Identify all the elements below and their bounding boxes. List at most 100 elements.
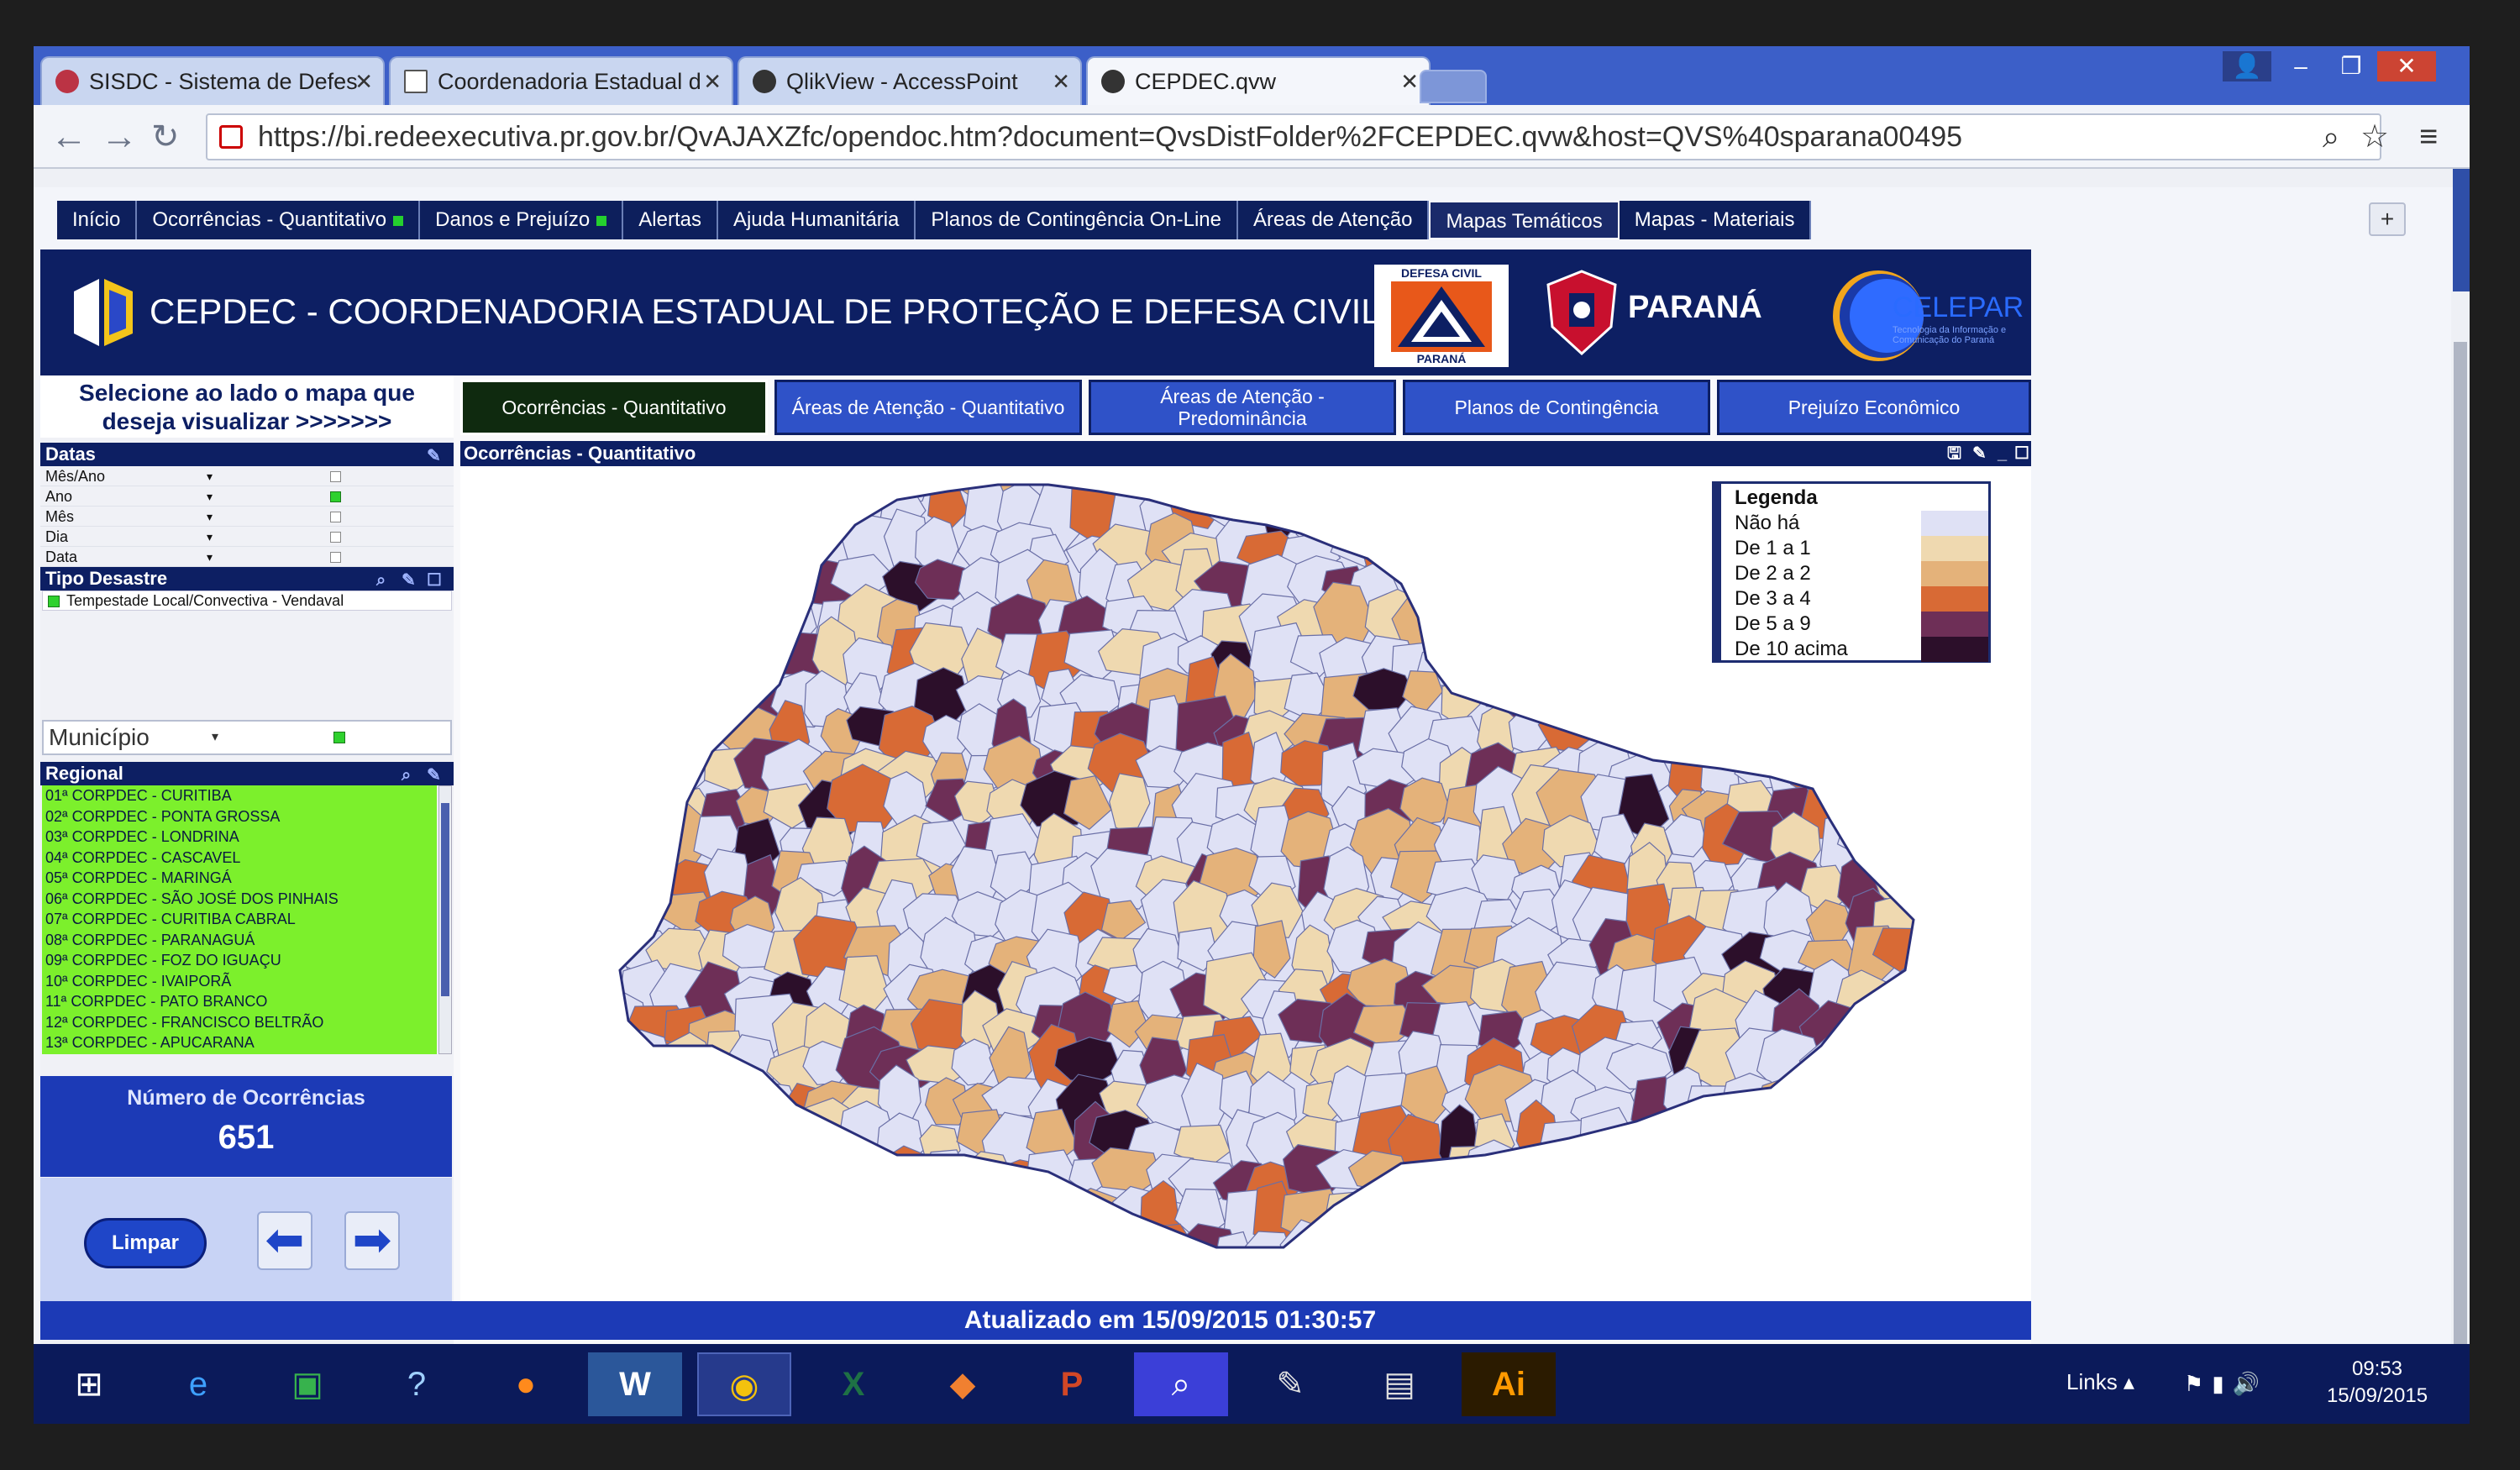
municipality-shape[interactable] xyxy=(1509,1222,1565,1293)
volume-icon[interactable]: 🔊 xyxy=(2233,1371,2268,1396)
municipality-shape[interactable] xyxy=(1830,1045,1897,1095)
municipality-shape[interactable] xyxy=(1656,672,1707,724)
municipality-shape[interactable] xyxy=(1656,555,1709,615)
municipality-shape[interactable] xyxy=(880,1216,931,1289)
municipality-shape[interactable] xyxy=(727,1079,800,1140)
scroll-thumb[interactable] xyxy=(441,803,449,996)
map-btn-ocorrencias[interactable]: Ocorrências - Quantitativo xyxy=(460,380,768,435)
municipality-shape[interactable] xyxy=(584,654,647,724)
municipality-shape[interactable] xyxy=(1505,525,1551,580)
tipo-desastre-item[interactable]: Tempestade Local/Convectiva - Vendaval xyxy=(42,591,452,611)
municipality-shape[interactable] xyxy=(656,1073,701,1126)
municipality-shape[interactable] xyxy=(1394,1185,1452,1236)
municipality-shape[interactable] xyxy=(1641,494,1714,536)
municipality-shape[interactable] xyxy=(1830,1157,1901,1204)
back-arrow-icon[interactable]: ⬅ xyxy=(257,1211,312,1270)
close-tab-icon[interactable]: ✕ xyxy=(703,69,722,95)
municipality-shape[interactable] xyxy=(1877,1152,1921,1210)
flag-icon[interactable]: ⚑ xyxy=(2184,1371,2212,1396)
municipality-shape[interactable] xyxy=(1629,553,1674,615)
municipio-selector[interactable]: Município ▾ xyxy=(42,720,452,755)
municipality-shape[interactable] xyxy=(744,1222,785,1284)
municipality-shape[interactable] xyxy=(977,1180,1047,1247)
municipality-shape[interactable] xyxy=(583,841,638,911)
municipality-shape[interactable] xyxy=(700,547,747,607)
word-icon[interactable]: W xyxy=(588,1352,682,1416)
url-input[interactable]: https://bi.redeexecutiva.pr.gov.br/QvAJA… xyxy=(206,113,2381,160)
checkbox[interactable] xyxy=(330,512,341,522)
clear-selection-icon[interactable]: ✎ xyxy=(427,764,441,787)
municipality-shape[interactable] xyxy=(1512,1190,1567,1236)
tab-mapas-materiais[interactable]: Mapas - Materiais xyxy=(1619,201,1812,239)
municipality-shape[interactable] xyxy=(627,1121,681,1169)
municipality-shape[interactable] xyxy=(1142,466,1205,501)
close-tab-icon[interactable]: ✕ xyxy=(1052,69,1070,95)
municipality-shape[interactable] xyxy=(1689,1231,1745,1273)
municipality-shape[interactable] xyxy=(593,781,648,851)
municipality-shape[interactable] xyxy=(670,484,707,527)
municipality-shape[interactable] xyxy=(1798,1084,1874,1131)
municipality-shape[interactable] xyxy=(627,815,683,869)
municipality-shape[interactable] xyxy=(1868,1093,1928,1132)
municipality-shape[interactable] xyxy=(620,664,689,732)
municipality-shape[interactable] xyxy=(689,645,756,686)
maximize-icon[interactable]: ☐ xyxy=(2014,441,2029,466)
municipality-shape[interactable] xyxy=(620,561,693,607)
municipality-shape[interactable] xyxy=(1801,673,1864,727)
municipality-shape[interactable] xyxy=(1644,1122,1719,1171)
list-item[interactable]: 06ª CORPDEC - SÃO JOSÉ DOS PINHAIS xyxy=(42,889,437,910)
municipality-shape[interactable] xyxy=(631,714,678,759)
excel-icon[interactable]: X xyxy=(806,1352,900,1416)
illustrator-icon[interactable]: Ai xyxy=(1462,1352,1556,1416)
municipality-shape[interactable] xyxy=(1725,1162,1787,1210)
add-sheet-button[interactable]: + xyxy=(2369,202,2406,236)
municipality-shape[interactable] xyxy=(583,596,638,641)
municipality-shape[interactable] xyxy=(656,674,722,725)
ie-icon[interactable]: e xyxy=(151,1352,245,1416)
municipality-shape[interactable] xyxy=(1353,481,1424,529)
municipality-shape[interactable] xyxy=(1883,744,1926,801)
tab-danos[interactable]: Danos e Prejuízo xyxy=(420,201,624,239)
municipality-shape[interactable] xyxy=(1652,618,1716,685)
municipality-shape[interactable] xyxy=(1096,1229,1163,1269)
firefox-icon[interactable]: ● xyxy=(479,1352,573,1416)
new-tab-button[interactable] xyxy=(1420,70,1487,103)
municipality-shape[interactable] xyxy=(1761,1189,1832,1242)
municipality-shape[interactable] xyxy=(1320,475,1370,536)
list-item[interactable]: 07ª CORPDEC - CURITIBA CABRAL xyxy=(42,909,437,930)
municipality-shape[interactable] xyxy=(1541,604,1618,647)
municipality-shape[interactable] xyxy=(1344,1225,1420,1282)
municipality-shape[interactable] xyxy=(1436,1190,1502,1229)
municipality-shape[interactable] xyxy=(591,1222,635,1273)
municipality-shape[interactable] xyxy=(653,1152,711,1200)
list-item[interactable]: 03ª CORPDEC - LONDRINA xyxy=(42,827,437,848)
municipality-shape[interactable] xyxy=(920,1149,972,1217)
municipality-shape[interactable] xyxy=(919,1184,979,1234)
municipality-shape[interactable] xyxy=(1767,716,1826,764)
municipality-shape[interactable] xyxy=(1842,746,1903,811)
municipality-shape[interactable] xyxy=(1547,466,1598,501)
reload-icon[interactable]: ↻ xyxy=(151,117,180,157)
municipality-shape[interactable] xyxy=(659,1178,722,1238)
municipality-shape[interactable] xyxy=(575,1103,644,1165)
municipality-shape[interactable] xyxy=(689,590,756,648)
list-item[interactable]: 12ª CORPDEC - FRANCISCO BELTRÃO xyxy=(42,1012,437,1033)
filter-data[interactable]: Data ▾ xyxy=(40,547,454,567)
municipality-shape[interactable] xyxy=(643,720,718,761)
municipality-shape[interactable] xyxy=(662,466,708,508)
municipality-shape[interactable] xyxy=(873,1169,941,1242)
municipality-shape[interactable] xyxy=(1064,1210,1131,1282)
municipality-shape[interactable] xyxy=(1601,466,1676,516)
municipality-shape[interactable] xyxy=(1580,1194,1643,1248)
clear-button[interactable]: Limpar xyxy=(84,1218,207,1268)
municipality-shape[interactable] xyxy=(1838,682,1908,726)
municipality-shape[interactable] xyxy=(1473,585,1541,649)
municipality-shape[interactable] xyxy=(1539,1163,1604,1210)
municipality-shape[interactable] xyxy=(1272,466,1338,493)
municipality-shape[interactable] xyxy=(1578,466,1641,489)
municipality-shape[interactable] xyxy=(588,558,638,616)
municipality-shape[interactable] xyxy=(1866,670,1931,733)
municipality-shape[interactable] xyxy=(590,466,634,498)
municipality-shape[interactable] xyxy=(1837,1015,1885,1056)
municipality-shape[interactable] xyxy=(656,748,706,793)
